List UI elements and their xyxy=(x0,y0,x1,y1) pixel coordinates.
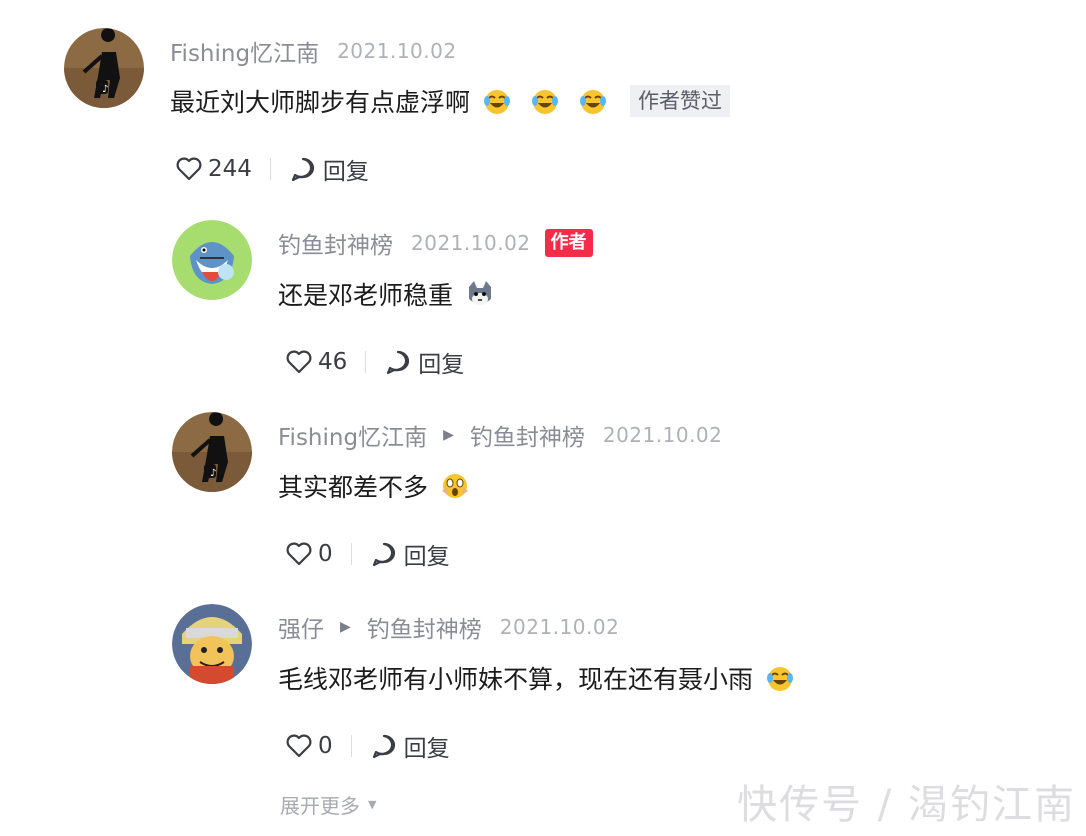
comment-text: 毛线邓老师有小师妹不算，现在还有聂小雨 xyxy=(278,660,795,696)
comment-bubble-icon xyxy=(291,157,314,182)
avatar-qiangzai[interactable] xyxy=(172,604,252,684)
expand-more-button[interactable]: 展开更多 ▼ xyxy=(280,790,376,819)
like-count: 0 xyxy=(318,733,333,759)
reply-to-username[interactable]: 钓鱼封神榜 xyxy=(470,418,585,452)
comment-date: 2021.10.02 xyxy=(337,39,457,63)
reply-label: 回复 xyxy=(403,544,450,570)
reply-arrow-icon: ▶ xyxy=(340,619,351,635)
watermark: 快传号 / 渴钓江南 xyxy=(737,782,1076,828)
like-count: 244 xyxy=(208,156,252,182)
heart-icon xyxy=(286,542,312,566)
comment-date: 2021.10.02 xyxy=(411,231,531,255)
heart-icon xyxy=(176,157,202,181)
comment-body: 还是邓老师稳重 xyxy=(278,281,454,310)
comment-body: 毛线邓老师有小师妹不算，现在还有聂小雨 xyxy=(278,665,754,694)
comment-body: 其实都差不多 xyxy=(278,473,429,502)
comment-actions: 244 回复 xyxy=(176,152,369,186)
username[interactable]: Fishing忆江南 xyxy=(278,418,427,452)
divider xyxy=(365,351,367,373)
author-badge: 作者 xyxy=(544,229,593,257)
like-button[interactable]: 0 xyxy=(286,541,333,567)
reply-button[interactable]: 回复 xyxy=(289,152,369,186)
like-button[interactable]: 244 xyxy=(176,156,252,182)
heart-icon xyxy=(286,734,312,758)
like-button[interactable]: 46 xyxy=(286,349,347,375)
comment-meta: 钓鱼封神榜 2021.10.02 作者 xyxy=(278,226,593,260)
comment-date: 2021.10.02 xyxy=(499,615,620,639)
laugh-cry-emoji xyxy=(765,663,795,693)
comment-actions: 0 回复 xyxy=(286,729,450,763)
like-count: 46 xyxy=(318,349,348,375)
svg-text:♪: ♪ xyxy=(210,468,216,479)
like-button[interactable]: 0 xyxy=(286,733,333,759)
reply-label: 回复 xyxy=(403,736,450,762)
chevron-down-icon: ▼ xyxy=(368,798,377,811)
laugh-cry-emoji xyxy=(578,86,608,116)
username[interactable]: Fishing忆江南 xyxy=(170,34,319,68)
reply-label: 回复 xyxy=(322,159,369,185)
expand-more-label: 展开更多 xyxy=(280,794,360,818)
heart-icon xyxy=(286,350,312,374)
shocked-emoji xyxy=(440,471,470,501)
avatar-fishing[interactable]: ♪ xyxy=(64,28,144,108)
avatar-diaoyu[interactable] xyxy=(172,220,252,300)
username[interactable]: 钓鱼封神榜 xyxy=(278,226,393,260)
comment-meta: Fishing忆江南 ▶ 钓鱼封神榜 2021.10.02 xyxy=(278,418,722,452)
svg-text:♪: ♪ xyxy=(102,84,108,95)
comment-actions: 0 回复 xyxy=(286,537,450,571)
comment-text: 其实都差不多 xyxy=(278,468,470,504)
username[interactable]: 强仔 xyxy=(278,610,324,644)
comment-bubble-icon xyxy=(387,350,410,375)
laugh-cry-emoji xyxy=(482,86,512,116)
comment-bubble-icon xyxy=(372,542,395,567)
comment-meta: Fishing忆江南 2021.10.02 xyxy=(170,34,457,68)
like-count: 0 xyxy=(318,541,333,567)
comment-text: 最近刘大师脚步有点虚浮啊 作者赞过 xyxy=(170,83,731,119)
reply-button[interactable]: 回复 xyxy=(384,345,464,379)
divider xyxy=(350,735,352,757)
comment-actions: 46 回复 xyxy=(286,345,464,379)
reply-label: 回复 xyxy=(418,352,465,378)
cat-emoji xyxy=(465,279,495,309)
reply-to-username[interactable]: 钓鱼封神榜 xyxy=(367,610,482,644)
reply-arrow-icon: ▶ xyxy=(443,427,454,443)
laugh-cry-emoji xyxy=(530,86,560,116)
comment-body: 最近刘大师脚步有点虚浮啊 xyxy=(170,88,471,117)
divider xyxy=(269,158,271,180)
divider xyxy=(350,543,352,565)
comment-text: 还是邓老师稳重 xyxy=(278,276,495,312)
comment-bubble-icon xyxy=(372,734,395,759)
reply-button[interactable]: 回复 xyxy=(370,729,450,763)
reply-button[interactable]: 回复 xyxy=(370,537,450,571)
avatar-fishing[interactable]: ♪ xyxy=(172,412,252,492)
comment-meta: 强仔 ▶ 钓鱼封神榜 2021.10.02 xyxy=(278,610,619,644)
comment-date: 2021.10.02 xyxy=(602,423,723,447)
author-liked-badge: 作者赞过 xyxy=(630,85,731,117)
